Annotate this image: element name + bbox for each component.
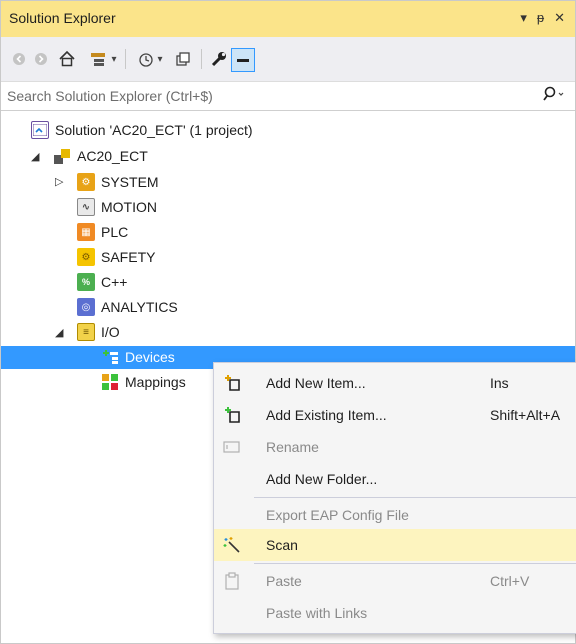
- tree-item-mappings[interactable]: Mappings: [101, 370, 186, 394]
- devices-icon: [101, 348, 119, 366]
- safety-icon: ⚙: [77, 248, 95, 266]
- menu-item-paste-with-links[interactable]: Paste with Links: [214, 597, 576, 629]
- tree-item-label: Mappings: [125, 374, 186, 390]
- tree-item-label: ANALYTICS: [101, 299, 178, 315]
- tree-item-label: Solution 'AC20_ECT' (1 project): [55, 122, 253, 138]
- menu-item-label: Export EAP Config File: [266, 507, 409, 523]
- menu-item-label: Add New Folder...: [266, 471, 378, 487]
- toolbar-separator: [201, 49, 202, 69]
- cpp-icon: %: [77, 273, 95, 291]
- menu-item-add-new-folder[interactable]: Add New Folder...: [214, 463, 576, 495]
- tree-item-label: PLC: [101, 224, 129, 240]
- tree-item-label: SAFETY: [101, 249, 156, 265]
- menu-item-label: Add Existing Item...: [266, 407, 387, 423]
- tree-item-devices[interactable]: Devices: [101, 345, 175, 369]
- solution-icon: [31, 121, 49, 139]
- menu-item-export-eap-config[interactable]: Export EAP Config File: [214, 499, 576, 531]
- menu-item-scan[interactable]: Scan: [214, 529, 576, 561]
- history-icon[interactable]: ▾: [133, 49, 167, 69]
- menu-separator: [254, 563, 576, 564]
- tree-item-cpp[interactable]: % C++: [77, 270, 127, 294]
- tree-item-label: AC20_ECT: [77, 148, 148, 164]
- collapse-all-icon[interactable]: [173, 49, 193, 69]
- collapse-arrow-icon[interactable]: ◢: [55, 326, 63, 339]
- tree-item-analytics[interactable]: ◎ ANALYTICS: [77, 295, 178, 319]
- menu-item-shortcut: Ins: [490, 375, 509, 391]
- title-bar-controls: ▾ ᵽ ✕: [520, 9, 565, 27]
- tree-item-plc[interactable]: ▦ PLC: [77, 220, 128, 244]
- motion-icon: ∿: [77, 198, 95, 216]
- tree-item-safety[interactable]: ⚙ SAFETY: [77, 245, 155, 269]
- menu-item-add-existing-item[interactable]: Add Existing Item... Shift+Alt+A: [214, 399, 576, 431]
- menu-item-label: Add New Item...: [266, 375, 366, 391]
- back-icon[interactable]: [11, 49, 27, 69]
- mappings-icon: [101, 373, 119, 391]
- tree-item-system[interactable]: ⚙ SYSTEM: [77, 170, 159, 194]
- add-existing-item-icon: [222, 405, 242, 425]
- tree-item-project[interactable]: AC20_ECT: [53, 144, 148, 168]
- project-icon: [53, 147, 71, 165]
- menu-item-label: Paste with Links: [266, 605, 368, 621]
- window-position-dropdown-icon[interactable]: ▾: [520, 9, 527, 27]
- menu-item-rename[interactable]: Rename: [214, 431, 576, 463]
- collapse-arrow-icon[interactable]: ◢: [31, 150, 39, 163]
- menu-item-label: Rename: [266, 439, 319, 455]
- tree-item-io[interactable]: ≡ I/O: [77, 320, 120, 344]
- preview-icon[interactable]: [231, 48, 255, 72]
- context-menu: Add New Item... Ins Add Existing Item...…: [213, 362, 576, 634]
- search-icon[interactable]: [543, 86, 565, 106]
- toolbar-separator: [125, 49, 126, 69]
- panel-title: Solution Explorer: [9, 10, 116, 26]
- search-input[interactable]: [7, 86, 527, 106]
- menu-separator: [254, 497, 576, 498]
- menu-item-add-new-item[interactable]: Add New Item... Ins: [214, 367, 576, 399]
- tree-item-label: Devices: [125, 349, 175, 365]
- title-bar: Solution Explorer ▾ ᵽ ✕: [1, 1, 575, 37]
- properties-wrench-icon[interactable]: [209, 49, 229, 69]
- close-icon[interactable]: ✕: [554, 9, 565, 27]
- tree-item-solution[interactable]: Solution 'AC20_ECT' (1 project): [31, 118, 253, 142]
- menu-item-shortcut: Shift+Alt+A: [490, 407, 561, 423]
- analytics-icon: ◎: [77, 298, 95, 316]
- plc-icon: ▦: [77, 223, 95, 241]
- tree-item-label: SYSTEM: [101, 174, 159, 190]
- system-icon: ⚙: [77, 173, 95, 191]
- solution-explorer-panel: Solution Explorer ▾ ᵽ ✕ ▾ ▾ Search Solut…: [0, 0, 576, 644]
- tree-item-motion[interactable]: ∿ MOTION: [77, 195, 157, 219]
- expand-arrow-icon[interactable]: ▷: [55, 175, 63, 188]
- forward-icon[interactable]: [33, 49, 49, 69]
- pin-icon[interactable]: ᵽ: [537, 9, 544, 27]
- search-bar: [1, 82, 575, 111]
- switch-views-icon[interactable]: ▾: [87, 49, 119, 69]
- tree-item-label: C++: [101, 274, 128, 290]
- menu-item-label: Paste: [266, 573, 302, 589]
- tree-item-label: MOTION: [101, 199, 157, 215]
- tree-item-label: I/O: [101, 324, 120, 340]
- menu-item-label: Scan: [266, 537, 298, 553]
- rename-icon: [222, 437, 242, 457]
- menu-item-paste[interactable]: Paste Ctrl+V: [214, 565, 576, 597]
- menu-item-shortcut: Ctrl+V: [490, 573, 530, 589]
- home-icon[interactable]: [57, 49, 77, 69]
- add-new-item-icon: [222, 373, 242, 393]
- magic-wand-icon: [222, 535, 242, 555]
- io-icon: ≡: [77, 323, 95, 341]
- paste-clipboard-icon: [222, 571, 242, 591]
- toolbar: ▾ ▾: [1, 37, 575, 82]
